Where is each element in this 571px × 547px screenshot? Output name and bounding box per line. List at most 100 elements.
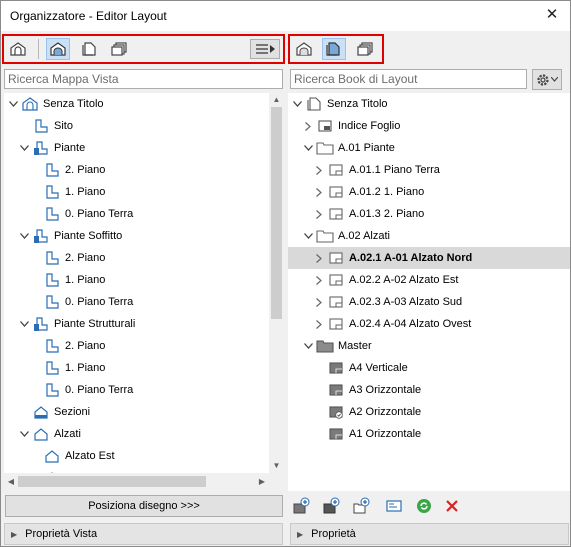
arrow-placeholder <box>313 384 325 396</box>
tree-item-label: Piante <box>54 142 86 154</box>
update-button[interactable] <box>413 495 435 517</box>
scroll-right-icon[interactable]: ▶ <box>255 473 269 490</box>
expand-down-icon[interactable] <box>302 142 314 154</box>
arrow-placeholder <box>29 450 41 462</box>
tree-item[interactable]: A.02.4 A-04 Alzato Ovest <box>288 313 570 335</box>
tree-item[interactable]: A.02.3 A-03 Alzato Sud <box>288 291 570 313</box>
publisher-sets-icon[interactable] <box>354 38 378 60</box>
expand-down-icon[interactable] <box>18 142 30 154</box>
arrow-placeholder <box>313 406 325 418</box>
expand-right-icon[interactable] <box>302 120 314 132</box>
layout-book-icon[interactable] <box>78 38 102 60</box>
tree-item[interactable]: A.02 Alzati <box>288 225 570 247</box>
expand-down-icon[interactable] <box>302 230 314 242</box>
expand-right-icon[interactable] <box>313 274 325 286</box>
arrow-placeholder <box>18 120 30 132</box>
expand-down-icon[interactable] <box>7 98 19 110</box>
scroll-up-icon[interactable]: ▲ <box>269 93 284 107</box>
place-drawing-button[interactable]: Posiziona disegno >>> <box>5 495 283 517</box>
settings-button[interactable] <box>532 69 562 90</box>
story-icon <box>43 338 61 354</box>
expand-down-icon[interactable] <box>302 340 314 352</box>
expand-right-icon[interactable] <box>313 318 325 330</box>
delete-button[interactable] <box>441 495 463 517</box>
view-map-search-input[interactable]: Ricerca Mappa Vista <box>4 69 283 89</box>
tree-item[interactable]: A.02.2 A-02 Alzato Est <box>288 269 570 291</box>
tree-item-label: A.02.1 A-01 Alzato Nord <box>349 252 473 264</box>
scroll-down-icon[interactable]: ▼ <box>269 459 284 473</box>
stories-folder-icon <box>32 228 50 244</box>
tree-item-label: A.01.1 Piano Terra <box>349 164 440 176</box>
tree-item[interactable]: Senza Titolo <box>4 93 269 115</box>
scroll-thumb[interactable] <box>271 107 282 319</box>
expand-down-icon[interactable] <box>18 318 30 330</box>
tree-item[interactable]: Senza Titolo <box>288 93 570 115</box>
tree-item-label: Sito <box>54 120 73 132</box>
tree-item[interactable]: 1. Piano <box>4 181 269 203</box>
tree-item[interactable]: Indice Foglio <box>288 115 570 137</box>
right-toolbar <box>288 34 384 64</box>
scroll-left-icon[interactable]: ◀ <box>4 473 18 490</box>
tree-item[interactable]: A.01 Piante <box>288 137 570 159</box>
story-icon <box>43 250 61 266</box>
view-properties-panel[interactable]: ▶ Proprietà Vista <box>4 523 283 545</box>
tree-item[interactable]: Master <box>288 335 570 357</box>
layout-book-search-input[interactable]: Ricerca Book di Layout <box>290 69 527 89</box>
story-icon <box>43 382 61 398</box>
layout-settings-button[interactable] <box>383 495 405 517</box>
tree-item[interactable]: Alzato Est <box>4 445 269 467</box>
tree-item[interactable]: 0. Piano Terra <box>4 203 269 225</box>
horizontal-scrollbar[interactable]: ◀ ▶ <box>4 473 269 490</box>
tree-item[interactable]: 2. Piano <box>4 159 269 181</box>
properties-panel[interactable]: ▶ Proprietà <box>290 523 569 545</box>
layout-book-icon[interactable] <box>322 38 346 60</box>
tree-item[interactable]: 1. Piano <box>4 269 269 291</box>
tree-item[interactable]: A.01.3 2. Piano <box>288 203 570 225</box>
stories-folder-icon <box>32 140 50 156</box>
tree-item-label: A3 Orizzontale <box>349 384 422 396</box>
tree-item[interactable]: Alzati <box>4 423 269 445</box>
tree-item[interactable]: Piante Strutturali <box>4 313 269 335</box>
tree-item[interactable]: A.01.1 Piano Terra <box>288 159 570 181</box>
tree-item-label: Piante Soffitto <box>54 230 123 242</box>
menu-button[interactable] <box>250 39 280 59</box>
new-subset-button[interactable] <box>351 495 373 517</box>
arrow-placeholder <box>29 208 41 220</box>
tree-item[interactable]: 0. Piano Terra <box>4 379 269 401</box>
tree-item[interactable]: A4 Verticale <box>288 357 570 379</box>
project-map-icon[interactable] <box>6 38 30 60</box>
tree-item[interactable]: A1 Orizzontale <box>288 423 570 445</box>
tree-item[interactable]: Sito <box>4 115 269 137</box>
expand-right-icon[interactable] <box>313 208 325 220</box>
view-map-icon[interactable] <box>46 38 70 60</box>
expand-right-icon[interactable] <box>313 252 325 264</box>
tree-item[interactable]: A.01.2 1. Piano <box>288 181 570 203</box>
tree-item-label: 2. Piano <box>65 252 106 264</box>
arrow-placeholder <box>313 428 325 440</box>
tree-item[interactable]: 2. Piano <box>4 335 269 357</box>
tree-item[interactable]: Sezioni <box>4 401 269 423</box>
scroll-thumb[interactable] <box>18 476 206 487</box>
expand-right-icon[interactable] <box>313 164 325 176</box>
close-icon[interactable]: ✕ <box>544 7 560 23</box>
expand-down-icon[interactable] <box>18 230 30 242</box>
project-map-icon[interactable] <box>292 38 316 60</box>
expand-right-icon[interactable] <box>313 186 325 198</box>
tree-item[interactable]: 2. Piano <box>4 247 269 269</box>
stories-folder-icon <box>32 316 50 332</box>
tree-item[interactable]: A.02.1 A-01 Alzato Nord <box>288 247 570 269</box>
tree-item[interactable]: A2 Orizzontale <box>288 401 570 423</box>
tree-item[interactable]: 0. Piano Terra <box>4 291 269 313</box>
expand-down-icon[interactable] <box>18 428 30 440</box>
new-layout-button[interactable] <box>291 495 313 517</box>
new-master-button[interactable] <box>321 495 343 517</box>
tree-item[interactable]: 1. Piano <box>4 357 269 379</box>
expand-down-icon[interactable] <box>291 98 303 110</box>
tree-item[interactable]: A3 Orizzontale <box>288 379 570 401</box>
tree-item[interactable]: Piante Soffitto <box>4 225 269 247</box>
publisher-sets-icon[interactable] <box>108 38 132 60</box>
tree-item[interactable]: Piante <box>4 137 269 159</box>
refresh-icon <box>417 499 431 513</box>
vertical-scrollbar[interactable]: ▲ ▼ <box>269 93 284 473</box>
expand-right-icon[interactable] <box>313 296 325 308</box>
